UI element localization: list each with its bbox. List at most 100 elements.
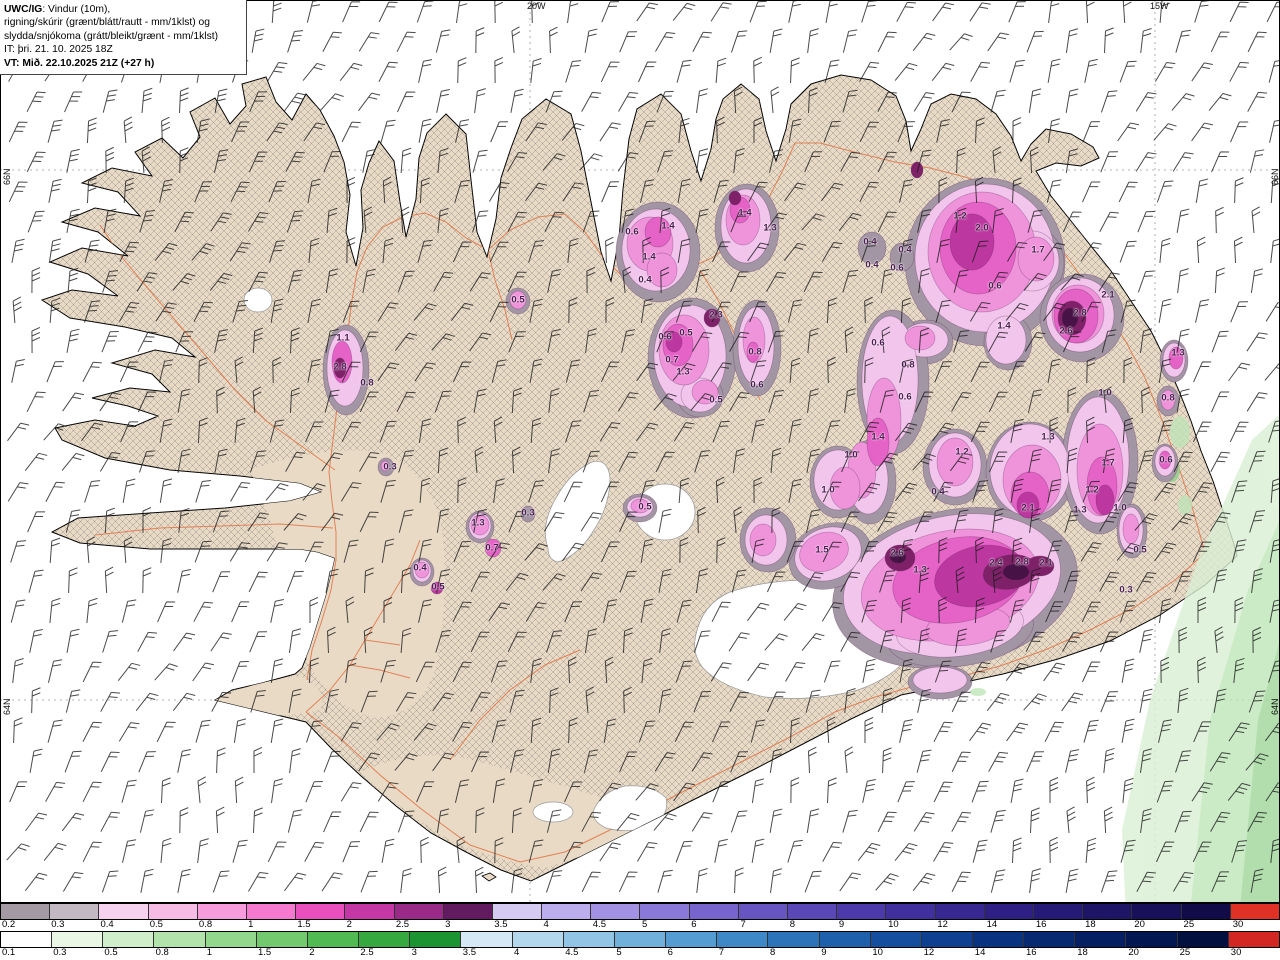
scale-cell <box>984 904 1034 919</box>
scale-cell <box>972 932 1025 947</box>
it-value: þri. 21. 10. 2025 18Z <box>17 44 113 56</box>
scale-cell <box>246 904 297 919</box>
latitude-label: 66N <box>1270 168 1280 185</box>
scale-cell <box>738 904 788 919</box>
scale-labels: 0.2 0.3 0.4 0.5 0.8 1 1.5 2 2.5 3 3.5 4 4.5 5 6 7 8 9 10 12… <box>0 919 1280 931</box>
scale-cell <box>1083 904 1133 919</box>
scale-cell <box>410 932 462 947</box>
scale-cell <box>443 904 493 919</box>
scale-label: 0.8 <box>155 947 169 958</box>
scale-cell <box>666 932 718 947</box>
scale-cell <box>148 904 198 919</box>
scale-label: 12 <box>923 947 935 958</box>
scale-cell <box>50 904 100 919</box>
scale-cell <box>296 904 346 919</box>
scale-label: 1 <box>206 947 213 958</box>
scale-label: 2.5 <box>395 919 410 930</box>
title-line-3: slydda/snjókoma (grátt/bleikt/grænt - mm… <box>4 30 219 42</box>
scale-cell <box>1033 904 1084 919</box>
scale-label: 3 <box>411 947 417 958</box>
scale-cell <box>1177 932 1229 947</box>
scale-label: 5 <box>642 919 648 930</box>
scale-label: 3 <box>445 919 451 930</box>
scale-label: 16 <box>1035 919 1047 930</box>
scale-labels: 0.1 0.3 0.5 0.8 1 1.5 2 2.5 3 3.5 4 4.5 5 6 7 8 9 10 12 14 1… <box>0 947 1280 959</box>
scale-label: 5 <box>616 947 622 958</box>
scale-cell <box>1126 932 1178 947</box>
scale-cell <box>1228 932 1279 947</box>
scale-label: 2 <box>309 947 315 958</box>
scale-cell <box>591 904 641 919</box>
color-scales: 0.2 0.3 0.4 0.5 0.8 1 1.5 2 2.5 3 3.5 4 4.5 5 6 7 8 9 10 12… <box>0 903 1280 960</box>
scale-label: 2.5 <box>360 947 374 958</box>
title-rest: : Vindur (10m), <box>42 4 111 15</box>
scale-row-rigning-skurir: 0.1 0.3 0.5 0.8 1 1.5 2 2.5 3 3.5 4 4.5 5 6 7 8 9 10 12 14 1… <box>0 931 1280 959</box>
scale-label: 30 <box>1232 919 1244 930</box>
scale-label: 4 <box>514 947 520 958</box>
scale-cell <box>359 932 411 947</box>
scale-cell <box>837 904 887 919</box>
scale-cell <box>689 904 739 919</box>
scale-cell <box>717 932 769 947</box>
scale-label: 9 <box>821 947 827 958</box>
scale-label: 25 <box>1183 919 1195 930</box>
scale-cell <box>345 904 395 919</box>
scale-cell <box>1 932 53 947</box>
scale-label: 4.5 <box>565 947 579 958</box>
scale-label: 25 <box>1179 947 1191 958</box>
scale-label: 0.1 <box>2 947 16 958</box>
scale-label: 9 <box>838 919 845 930</box>
vt-value: Mið. 22.10.2025 21Z (+27 h) <box>22 57 155 69</box>
scale-cell <box>1024 932 1076 947</box>
scale-label: 6 <box>667 947 673 958</box>
scale-label: 10 <box>872 947 883 958</box>
scale-cell <box>640 904 690 919</box>
model-name: UWC/IG <box>4 4 43 15</box>
map-svg <box>0 0 1280 903</box>
latitude-label: 64N <box>1270 698 1280 715</box>
scale-cell <box>819 932 871 947</box>
longitude-label: 20W <box>527 1 546 11</box>
scale-cell <box>52 932 104 947</box>
scale-label: 1.5 <box>297 919 311 930</box>
forecast-title-box: UWC/IG: Vindur (10m), rigning/skúrir (gr… <box>0 0 247 75</box>
scale-label: 0.3 <box>51 919 65 930</box>
scale-label: 0.3 <box>53 947 67 958</box>
scale-label: 3.5 <box>462 947 477 958</box>
scale-cell <box>256 932 308 947</box>
scale-label: 16 <box>1026 947 1037 958</box>
scale-label: 0.5 <box>149 919 163 930</box>
scale-label: 1.5 <box>258 947 272 958</box>
it-label: IT: <box>4 44 15 56</box>
scale-cell <box>935 904 985 919</box>
scale-bar <box>0 931 1280 948</box>
scale-label: 18 <box>1077 947 1088 958</box>
scale-label: 3.5 <box>494 919 508 930</box>
scale-cell <box>205 932 257 947</box>
scale-label: 0.5 <box>104 947 118 958</box>
longitude-label: 15W <box>1150 1 1169 11</box>
scale-cell <box>614 932 667 947</box>
scale-label: 7 <box>718 947 725 958</box>
scale-label: 20 <box>1134 919 1145 930</box>
scale-label: 30 <box>1230 947 1242 958</box>
scale-label: 14 <box>974 947 986 958</box>
scale-cell <box>768 932 820 947</box>
scale-label: 8 <box>789 919 795 930</box>
scale-cell <box>870 932 922 947</box>
scale-cell <box>394 904 444 919</box>
scale-label: 10 <box>888 919 899 930</box>
scale-label: 4.5 <box>592 919 606 930</box>
scale-label: 0.8 <box>198 919 213 930</box>
scale-cell <box>788 904 838 919</box>
vt-label: VT: <box>4 57 20 69</box>
scale-label: 20 <box>1128 947 1139 958</box>
scale-cell <box>1075 932 1127 947</box>
latitude-label: 66N <box>2 168 12 185</box>
scale-cell <box>563 932 615 947</box>
scale-label: 1 <box>248 919 254 930</box>
scale-cell <box>492 904 543 919</box>
scale-cell <box>1181 904 1231 919</box>
scale-cell <box>1230 904 1279 919</box>
scale-label: 12 <box>937 919 948 930</box>
